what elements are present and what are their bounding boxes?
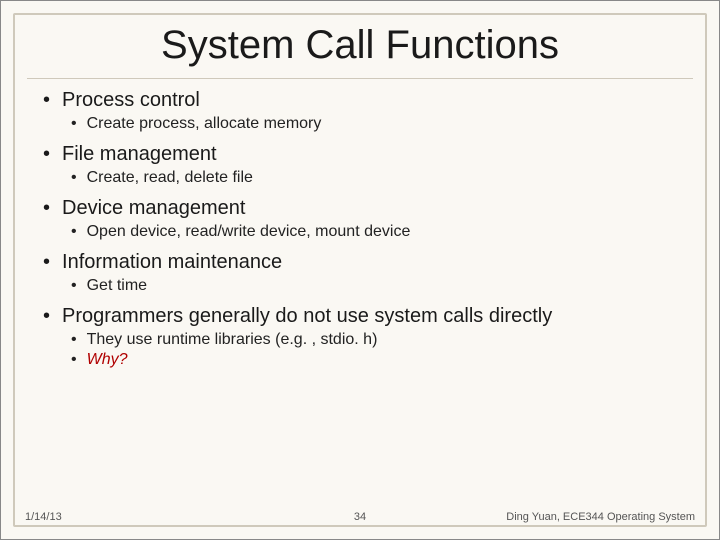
sub-list-item: Get time — [71, 277, 683, 295]
bullet-text: Device management — [37, 197, 683, 220]
sub-list: Get time — [37, 277, 683, 295]
bullet-text: Process control — [37, 89, 683, 112]
footer-page-number: 34 — [354, 511, 366, 523]
sub-list: Create process, allocate memory — [37, 115, 683, 133]
sub-list-item: Create, read, delete file — [71, 169, 683, 187]
sub-bullet-text-emphasis: Why? — [87, 351, 128, 369]
sub-list-item: Open device, read/write device, mount de… — [71, 223, 683, 241]
list-item: File management Create, read, delete fil… — [37, 143, 683, 187]
list-item: Programmers generally do not use system … — [37, 305, 683, 369]
sub-bullet-text: Get time — [87, 277, 147, 295]
list-item: Device management Open device, read/writ… — [37, 197, 683, 241]
footer-date: 1/14/13 — [25, 511, 62, 523]
bullet-text: Programmers generally do not use system … — [37, 305, 683, 328]
sub-bullet-text: Create process, allocate memory — [87, 115, 322, 133]
list-item: Information maintenance Get time — [37, 251, 683, 295]
slide-footer: 1/14/13 34 Ding Yuan, ECE344 Operating S… — [25, 511, 695, 523]
slide-title: System Call Functions — [1, 1, 719, 78]
sub-list: Create, read, delete file — [37, 169, 683, 187]
bullet-text: File management — [37, 143, 683, 166]
sub-list: Open device, read/write device, mount de… — [37, 223, 683, 241]
slide: System Call Functions Process control Cr… — [0, 0, 720, 540]
slide-content: Process control Create process, allocate… — [1, 89, 719, 369]
list-item: Process control Create process, allocate… — [37, 89, 683, 133]
sub-bullet-text: Create, read, delete file — [87, 169, 253, 187]
sub-list-item: They use runtime libraries (e.g. , stdio… — [71, 331, 683, 349]
bullet-list: Process control Create process, allocate… — [37, 89, 683, 369]
sub-bullet-text: They use runtime libraries (e.g. , stdio… — [87, 331, 378, 349]
sub-list-item: Create process, allocate memory — [71, 115, 683, 133]
sub-list: They use runtime libraries (e.g. , stdio… — [37, 331, 683, 369]
sub-list-item: Why? — [71, 351, 683, 369]
title-underline — [27, 78, 693, 79]
bullet-text: Information maintenance — [37, 251, 683, 274]
footer-author: Ding Yuan, ECE344 Operating System — [506, 511, 695, 523]
sub-bullet-text: Open device, read/write device, mount de… — [87, 223, 411, 241]
